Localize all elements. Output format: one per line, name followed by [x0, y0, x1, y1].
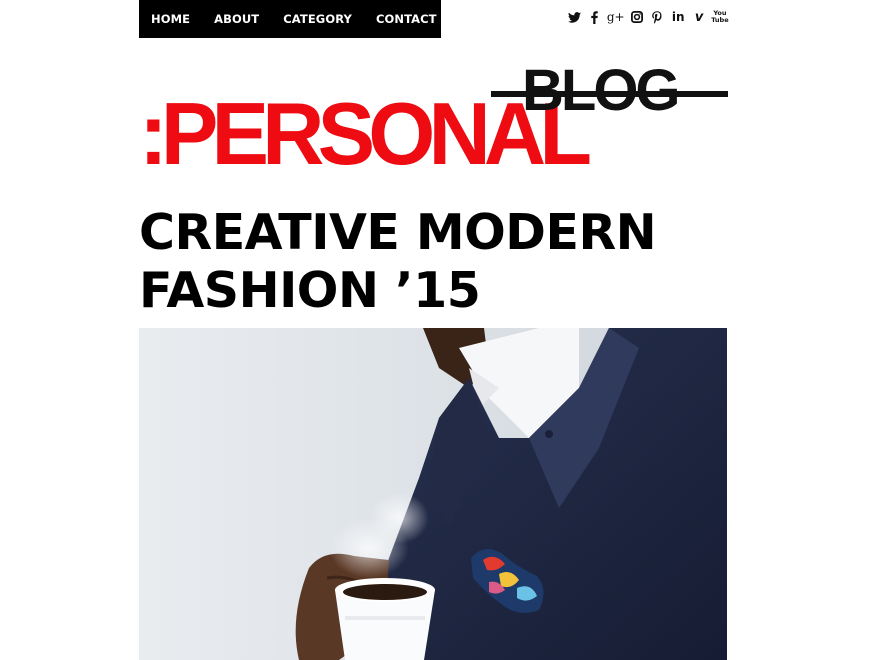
twitter-icon[interactable]	[566, 9, 582, 25]
youtube-icon[interactable]: You Tube	[711, 9, 729, 25]
instagram-icon[interactable]	[629, 9, 645, 25]
social-links: g+ in v You Tube	[566, 8, 729, 26]
youtube-label: You Tube	[711, 9, 729, 24]
hero-image[interactable]	[139, 328, 727, 660]
logo-personal-text: :PERSONAL	[139, 84, 592, 183]
site-logo[interactable]: :PERSONAL BLOG	[139, 60, 729, 178]
facebook-icon[interactable]	[587, 9, 603, 25]
pinterest-icon[interactable]	[649, 9, 665, 25]
google-plus-icon[interactable]: g+	[607, 9, 625, 25]
main-nav: HOME ABOUT CATEGORY CONTACT	[139, 0, 441, 38]
vimeo-icon[interactable]: v	[691, 9, 707, 25]
post-title-line1: CREATIVE MODERN	[139, 204, 657, 261]
logo-strikethrough	[491, 91, 728, 97]
nav-contact[interactable]: CONTACT	[376, 12, 437, 26]
linkedin-icon[interactable]: in	[670, 9, 686, 25]
post-title-line2: FASHION ’15	[139, 262, 481, 319]
post-title[interactable]: CREATIVE MODERN FASHION ’15	[139, 204, 729, 320]
nav-category[interactable]: CATEGORY	[283, 12, 352, 26]
nav-about[interactable]: ABOUT	[214, 12, 259, 26]
nav-home[interactable]: HOME	[151, 12, 190, 26]
